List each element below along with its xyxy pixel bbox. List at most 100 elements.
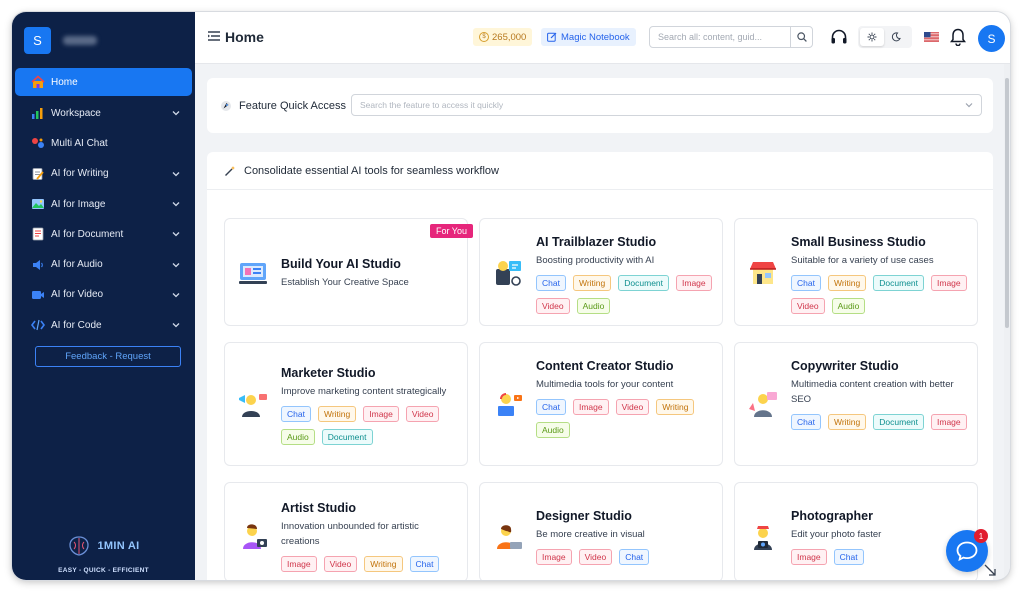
studio-card-artist-studio[interactable]: Artist Studio Innovation unbounded for ar… [224,482,468,580]
studio-card-marketer-studio[interactable]: Marketer Studio Improve marketing content… [224,342,468,466]
studio-description: Boosting productivity with AI [536,255,655,266]
tag-chat[interactable]: Chat [536,275,566,291]
tag-audio[interactable]: Audio [281,429,315,445]
tag-image[interactable]: Image [931,275,967,291]
studios-section: Consolidate essential AI tools for seaml… [207,152,993,580]
tag-video[interactable]: Video [323,556,358,572]
credits-badge[interactable]: $ 265,000 [473,28,533,46]
tag-video[interactable]: Video [405,406,440,422]
tag-video[interactable]: Video [536,298,570,314]
tag-image[interactable]: Image [572,399,609,415]
studio-tags: Image Video Writing Chat [281,556,457,572]
sidebar-item-home[interactable]: Home [15,68,192,96]
studio-card-small-business-studio[interactable]: Small Business Studio Suitable for a vari… [734,218,978,326]
sidebar-item-ai-for-code[interactable]: AI for Code [15,310,192,340]
sidebar-item-label: Workspace [51,107,101,119]
coin-icon: $ [479,32,489,42]
brand-tagline: EASY - QUICK - EFFICIENT [58,567,149,574]
studio-description: Multimedia content creation with better … [791,379,954,405]
sidebar-item-ai-for-image[interactable]: AI for Image [15,189,192,219]
headset-support-icon[interactable] [830,28,848,46]
tag-chat[interactable]: Chat [536,399,566,415]
tag-audio[interactable]: Audio [576,298,611,314]
sidebar-item-multi-ai-chat[interactable]: Multi AI Chat [15,128,192,158]
studio-title: Small Business Studio [791,235,926,249]
tag-video[interactable]: Video [578,549,613,565]
studio-card-body: Marketer Studio Improve marketing content… [281,366,459,445]
designer-studio-illustration-icon [497,525,522,549]
tag-image[interactable]: Image [791,549,827,565]
sidebar-item-ai-for-document[interactable]: AI for Document [15,219,192,249]
studio-description: Establish Your Creative Space [281,277,409,288]
tag-audio[interactable]: Audio [536,422,570,438]
studio-title: Photographer [791,509,873,523]
tag-chat[interactable]: Chat [409,556,440,572]
tag-writing[interactable]: Writing [827,275,867,291]
tag-writing[interactable]: Writing [317,406,357,422]
studio-card-ai-trailblazer-studio[interactable]: AI Trailblazer Studio Boosting productivi… [479,218,723,326]
studio-title: Designer Studio [536,509,632,523]
tag-chat[interactable]: Chat [791,414,821,430]
tag-image[interactable]: Image [281,556,317,572]
search-button[interactable] [790,27,812,47]
build-your-ai-studio-illustration-icon [239,263,267,284]
tag-video[interactable]: Video [791,298,825,314]
tag-image[interactable]: Image [363,406,399,422]
tag-writing[interactable]: Writing [364,556,403,572]
studio-tags: Chat Writing Image Video Audio Document [281,406,457,445]
tag-chat[interactable]: Chat [833,549,864,565]
magic-notebook-button[interactable]: Magic Notebook [541,28,636,46]
document-icon [31,227,45,241]
sidebar-item-ai-for-video[interactable]: AI for Video [15,280,192,310]
tag-image[interactable]: Image [931,414,967,430]
studio-card-build-your-ai-studio[interactable]: For You Build Your AI Studio Establish You… [224,218,473,326]
studio-card-photographer[interactable]: Photographer Edit your photo faster Image C… [734,482,978,580]
notification-bell-icon[interactable] [950,28,966,46]
quick-access-select[interactable] [351,94,982,116]
tag-writing[interactable]: Writing [827,414,867,430]
sidebar-item-ai-for-audio[interactable]: AI for Audio [15,249,192,279]
tag-chat[interactable]: Chat [619,549,650,565]
sidebar-item-label: Home [51,76,78,88]
light-theme-button[interactable] [860,28,884,46]
global-search-input[interactable] [650,32,785,42]
scrollbar-thumb[interactable] [1005,78,1009,328]
sidebar-nav: Home Workspace Multi AI Chat AI for Writing… [12,68,195,340]
studio-tags: Image Video Chat [536,549,712,565]
user-avatar[interactable]: S [978,25,1005,52]
feedback-button[interactable]: Feedback - Request [35,346,181,367]
tag-document[interactable]: Document [873,414,925,430]
photographer-illustration-icon [754,526,772,550]
tag-writing[interactable]: Writing [572,275,612,291]
tag-chat[interactable]: Chat [791,275,821,291]
sidebar-item-ai-for-writing[interactable]: AI for Writing [15,159,192,189]
studio-card-content-creator-studio[interactable]: Content Creator Studio Multimedia tools f… [479,342,723,466]
tag-document[interactable]: Document [618,275,670,291]
studio-card-designer-studio[interactable]: Designer Studio Be more creative in visua… [479,482,723,580]
tag-audio[interactable]: Audio [831,298,866,314]
video-icon [31,288,45,302]
expand-corner-icon[interactable] [984,564,996,576]
workspace-logo[interactable]: S [24,26,51,54]
us-flag-icon[interactable] [924,32,939,42]
tag-video[interactable]: Video [615,399,650,415]
tag-chat[interactable]: Chat [281,406,311,422]
tag-image[interactable]: Image [536,549,572,565]
quick-access-input[interactable] [352,95,952,115]
studio-card-body: Build Your AI Studio Establish Your Creat… [281,257,459,290]
content-creator-studio-illustration-icon [498,393,522,416]
tag-writing[interactable]: Writing [656,399,695,415]
studio-card-copywriter-studio[interactable]: Copywriter Studio Multimedia content crea… [734,342,978,466]
dark-theme-button[interactable] [884,28,908,46]
chevron-down-icon [172,171,180,177]
tag-document[interactable]: Document [873,275,925,291]
tag-document[interactable]: Document [321,429,373,445]
multi-chat-icon [31,136,45,150]
main-scrollbar[interactable] [1004,64,1010,580]
magic-notebook-label: Magic Notebook [561,31,630,43]
studio-tags: Chat Writing Document Image Video Audio [791,275,967,314]
tag-image[interactable]: Image [676,275,712,291]
sidebar-header: S [12,12,195,68]
menu-toggle-icon[interactable] [208,31,220,41]
sidebar-item-workspace[interactable]: Workspace [15,98,192,128]
